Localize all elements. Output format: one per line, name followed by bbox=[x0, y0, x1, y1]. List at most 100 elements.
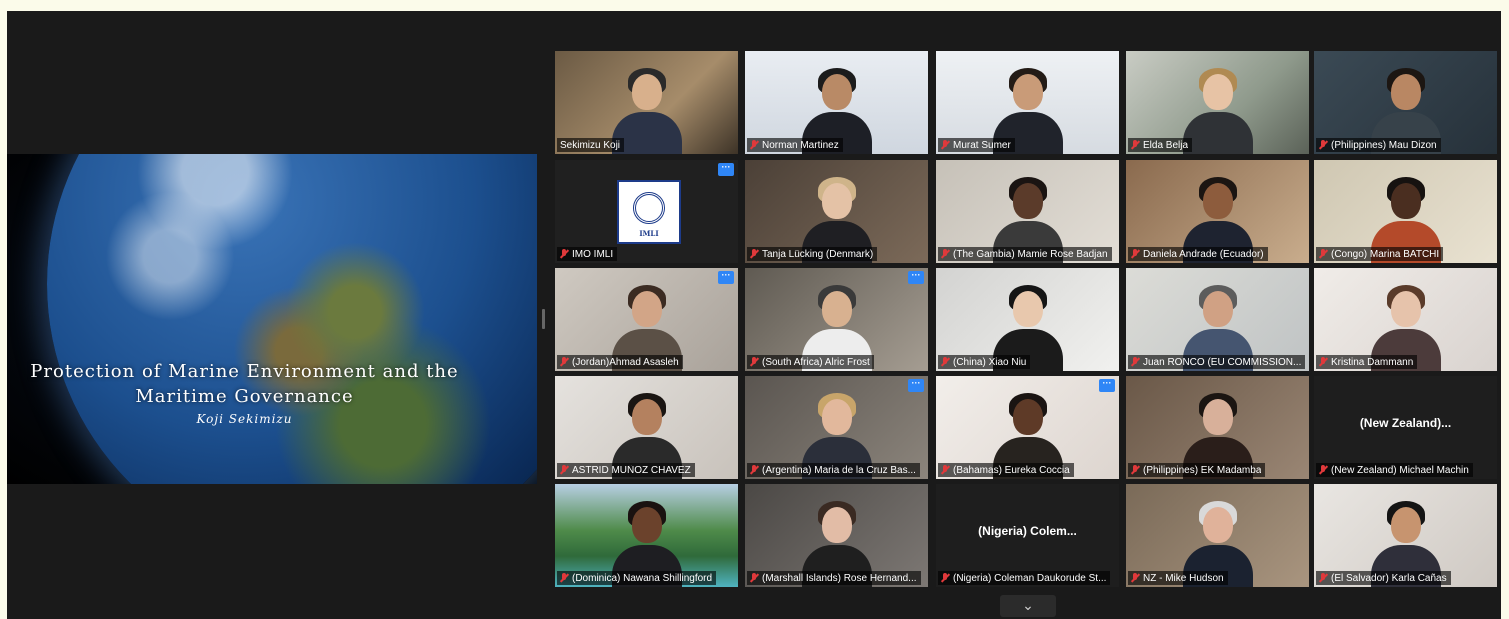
presentation-title-line2: Maritime Governance bbox=[135, 386, 354, 407]
participant-name: (Congo) Marina BATCHI bbox=[1331, 248, 1440, 260]
participant-name-bar: Elda Belja bbox=[1128, 138, 1193, 152]
participant-name-bar: (Nigeria) Coleman Daukorude St... bbox=[938, 571, 1111, 585]
participant-name: (Philippines) EK Madamba bbox=[1143, 464, 1262, 476]
participant-tile[interactable]: ··· (Argentina) Maria de la Cruz Bas... bbox=[745, 376, 928, 479]
microphone-muted-icon bbox=[941, 465, 949, 475]
participant-name-bar: ASTRID MUÑOZ CHAVEZ bbox=[557, 463, 695, 477]
microphone-muted-icon bbox=[560, 357, 568, 367]
microphone-muted-icon bbox=[750, 357, 758, 367]
participant-tile[interactable]: (China) Xiao Niu bbox=[936, 268, 1119, 371]
imo-logo: IMLI bbox=[617, 180, 681, 244]
participant-tile[interactable]: (The Gambia) Mamie Rose Badjan bbox=[936, 160, 1119, 263]
participant-name-bar: (China) Xiao Niu bbox=[938, 355, 1031, 369]
participant-name: NZ - Mike Hudson bbox=[1143, 572, 1224, 584]
ellipsis-icon[interactable]: ··· bbox=[718, 163, 734, 176]
participant-name: (Dominica) Nawana Shillingford bbox=[572, 572, 713, 584]
participant-tile[interactable]: (Marshall Islands) Rose Hernand... bbox=[745, 484, 928, 587]
participant-name: (Jordan)Ahmad Asasleh bbox=[572, 356, 679, 368]
microphone-muted-icon bbox=[1131, 573, 1139, 583]
participant-name-bar: (Jordan)Ahmad Asasleh bbox=[557, 355, 683, 369]
participant-name-bar: Juan RONCO (EU COMMISSION... bbox=[1128, 355, 1306, 369]
microphone-muted-icon bbox=[750, 249, 758, 259]
presentation-title: Protection of Marine Environment and the… bbox=[7, 359, 482, 409]
microphone-muted-icon bbox=[941, 140, 949, 150]
participant-name: IMO IMLI bbox=[572, 248, 614, 260]
microphone-muted-icon bbox=[560, 465, 568, 475]
meeting-window: Protection of Marine Environment and the… bbox=[7, 11, 1501, 619]
participant-name: Tanja Lücking (Denmark) bbox=[762, 248, 874, 260]
participant-name-bar: Kristina Dammann bbox=[1316, 355, 1418, 369]
microphone-muted-icon bbox=[1131, 357, 1139, 367]
participant-tile[interactable]: (El Salvador) Karla Cañas bbox=[1314, 484, 1497, 587]
participant-display-name: (Nigeria) Colem... bbox=[978, 524, 1077, 538]
participant-name: Juan RONCO (EU COMMISSION... bbox=[1143, 356, 1302, 368]
participant-name: (Marshall Islands) Rose Hernand... bbox=[762, 572, 917, 584]
participant-name-bar: IMO IMLI bbox=[557, 247, 618, 261]
microphone-muted-icon bbox=[560, 573, 568, 583]
ellipsis-icon[interactable]: ··· bbox=[908, 271, 924, 284]
participant-name-bar: (Bahamas) Eureka Coccia bbox=[938, 463, 1074, 477]
participant-tile[interactable]: ASTRID MUÑOZ CHAVEZ bbox=[555, 376, 738, 479]
microphone-muted-icon bbox=[1319, 140, 1327, 150]
gallery-view: Sekimizu Koji Norman Martinez Murat Sumer E… bbox=[555, 51, 1497, 588]
presentation-author: Koji Sekimizu bbox=[196, 412, 293, 426]
participant-tile[interactable]: (Philippines) EK Madamba bbox=[1126, 376, 1309, 479]
participant-tile[interactable]: Daniela Andrade (Ecuador) bbox=[1126, 160, 1309, 263]
chevron-down-icon[interactable]: ⌄ bbox=[1000, 595, 1056, 617]
participant-tile[interactable]: ··· (Bahamas) Eureka Coccia bbox=[936, 376, 1119, 479]
participant-tile[interactable]: NZ - Mike Hudson bbox=[1126, 484, 1309, 587]
earth-image bbox=[47, 154, 537, 484]
microphone-muted-icon bbox=[1131, 249, 1139, 259]
participant-tile[interactable]: Elda Belja bbox=[1126, 51, 1309, 154]
microphone-muted-icon bbox=[941, 573, 949, 583]
participant-tile[interactable]: Juan RONCO (EU COMMISSION... bbox=[1126, 268, 1309, 371]
participant-name-bar: (New Zealand) Michael Machin bbox=[1316, 463, 1473, 477]
participant-name: (Philippines) Mau Dizon bbox=[1331, 139, 1437, 151]
participant-name-bar: (Philippines) EK Madamba bbox=[1128, 463, 1266, 477]
participant-name: (New Zealand) Michael Machin bbox=[1331, 464, 1469, 476]
participant-name: (The Gambia) Mamie Rose Badjan bbox=[953, 248, 1108, 260]
participant-name-bar: (Philippines) Mau Dizon bbox=[1316, 138, 1441, 152]
microphone-muted-icon bbox=[1131, 140, 1139, 150]
splitter-handle[interactable] bbox=[542, 309, 545, 329]
participant-tile[interactable]: Kristina Dammann bbox=[1314, 268, 1497, 371]
participant-name: Sekimizu Koji bbox=[560, 139, 621, 151]
microphone-muted-icon bbox=[1131, 465, 1139, 475]
participant-name-bar: (Marshall Islands) Rose Hernand... bbox=[747, 571, 921, 585]
participant-name: (El Salvador) Karla Cañas bbox=[1331, 572, 1447, 584]
presentation-title-line1: Protection of Marine Environment and the bbox=[30, 361, 459, 382]
microphone-muted-icon bbox=[750, 465, 758, 475]
participant-name-bar: Norman Martinez bbox=[747, 138, 843, 152]
participant-name-bar: (The Gambia) Mamie Rose Badjan bbox=[938, 247, 1112, 261]
participant-tile[interactable]: (Dominica) Nawana Shillingford bbox=[555, 484, 738, 587]
participant-name-bar: Sekimizu Koji bbox=[557, 138, 625, 152]
participant-tile[interactable]: (New Zealand)... (New Zealand) Michael Ma… bbox=[1314, 376, 1497, 479]
participant-figure bbox=[1182, 66, 1253, 154]
participant-tile[interactable]: (Congo) Marina BATCHI bbox=[1314, 160, 1497, 263]
microphone-muted-icon bbox=[941, 357, 949, 367]
participant-tile[interactable]: Norman Martinez bbox=[745, 51, 928, 154]
microphone-muted-icon bbox=[1319, 249, 1327, 259]
logo-text: IMLI bbox=[639, 229, 659, 238]
participant-name: Daniela Andrade (Ecuador) bbox=[1143, 248, 1264, 260]
participant-name-bar: (Argentina) Maria de la Cruz Bas... bbox=[747, 463, 920, 477]
anchor-emblem-icon bbox=[633, 192, 665, 224]
microphone-muted-icon bbox=[750, 573, 758, 583]
participant-name: (Nigeria) Coleman Daukorude St... bbox=[953, 572, 1107, 584]
participant-tile[interactable]: ··· (South Africa) Alric Frost bbox=[745, 268, 928, 371]
participant-tile[interactable]: Sekimizu Koji bbox=[555, 51, 738, 154]
participant-name: Kristina Dammann bbox=[1331, 356, 1414, 368]
participant-tile[interactable]: (Philippines) Mau Dizon bbox=[1314, 51, 1497, 154]
participant-name-bar: (South Africa) Alric Frost bbox=[747, 355, 874, 369]
ellipsis-icon[interactable]: ··· bbox=[908, 379, 924, 392]
participant-tile[interactable]: (Nigeria) Colem... (Nigeria) Coleman Dauk… bbox=[936, 484, 1119, 587]
participant-tile[interactable]: IMLI ··· IMO IMLI bbox=[555, 160, 738, 263]
participant-tile[interactable]: ··· (Jordan)Ahmad Asasleh bbox=[555, 268, 738, 371]
participant-tile[interactable]: Murat Sumer bbox=[936, 51, 1119, 154]
microphone-muted-icon bbox=[560, 249, 568, 259]
participant-name: (China) Xiao Niu bbox=[953, 356, 1027, 368]
ellipsis-icon[interactable]: ··· bbox=[1099, 379, 1115, 392]
participant-name-bar: (Congo) Marina BATCHI bbox=[1316, 247, 1444, 261]
participant-tile[interactable]: Tanja Lücking (Denmark) bbox=[745, 160, 928, 263]
ellipsis-icon[interactable]: ··· bbox=[718, 271, 734, 284]
